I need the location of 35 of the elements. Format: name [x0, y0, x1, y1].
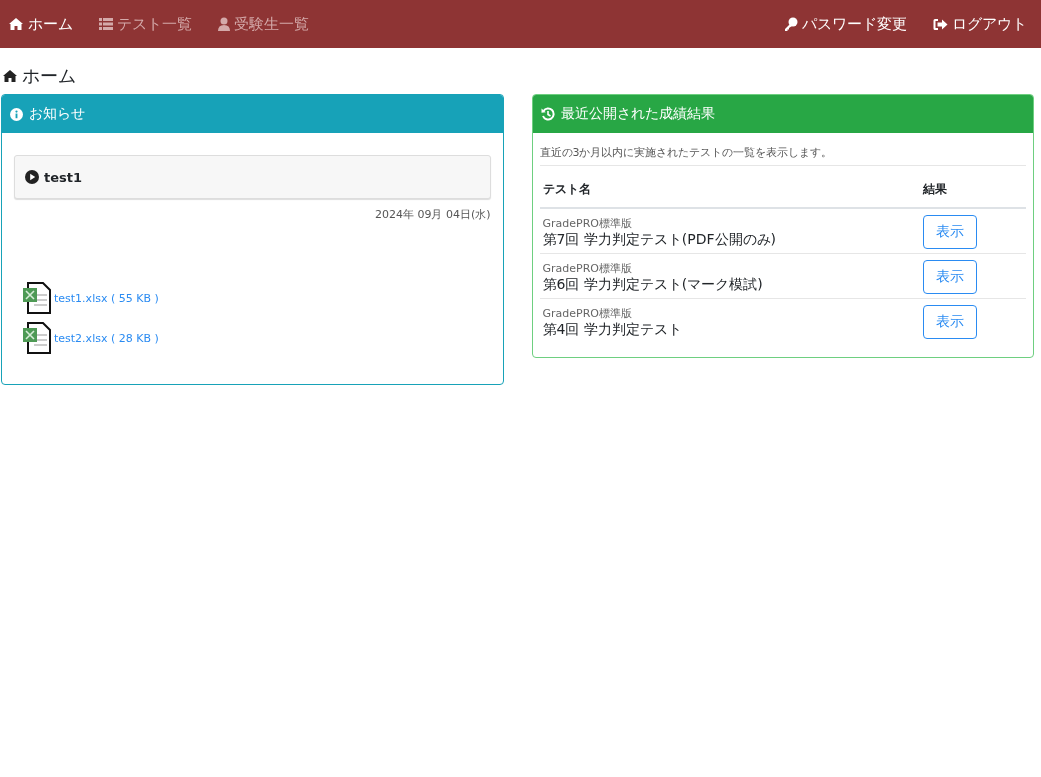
edition-label: GradePRO標準版	[542, 305, 633, 321]
nav-link[interactable]: ホーム	[8, 6, 79, 42]
edition-label: GradePRO標準版	[542, 215, 633, 231]
show-button[interactable]: 表示	[923, 305, 977, 339]
attachment-link[interactable]: test2.xlsx ( 28 KB )	[54, 331, 159, 345]
card-title: 最近公開された成績結果	[560, 105, 715, 123]
column-header: 結果	[920, 172, 1026, 208]
card-title: お知らせ	[29, 105, 85, 123]
spreadsheet-file-icon	[22, 282, 52, 314]
test-name: 第4回 学力判定テスト	[542, 320, 683, 339]
attachment-link[interactable]: test1.xlsx ( 55 KB )	[54, 291, 159, 305]
info-icon	[10, 107, 23, 121]
notice-date: 2024年 09月 04日(水)	[373, 207, 491, 222]
edition-label: GradePRO標準版	[542, 260, 633, 276]
page-title: ホーム	[22, 64, 76, 88]
list-icon	[99, 18, 113, 30]
nav-link[interactable]: 受験生一覧	[218, 6, 315, 42]
user-icon	[218, 17, 230, 31]
test-name: 第6回 学力判定テスト(マーク模試)	[542, 275, 764, 294]
show-button[interactable]: 表示	[923, 260, 977, 294]
history-icon	[540, 107, 555, 121]
description-text: 直近の3か月以内に実施されたテストの一覧を表示します。	[539, 145, 1026, 166]
column-header: テスト名	[539, 172, 920, 208]
test-name: 第7回 学力判定テスト(PDF公開のみ)	[542, 230, 778, 249]
spreadsheet-file-icon	[22, 322, 52, 354]
key-icon	[784, 17, 798, 31]
nav-link[interactable]: ログアウト	[933, 6, 1033, 42]
nav-link[interactable]: パスワード変更	[784, 6, 913, 42]
nav-link[interactable]: テスト一覧	[99, 6, 198, 42]
notice-title: test1	[44, 169, 83, 185]
show-button[interactable]: 表示	[923, 215, 977, 249]
home-icon	[2, 69, 18, 83]
home-icon	[8, 17, 24, 31]
logout-icon	[933, 17, 948, 31]
play-icon	[25, 170, 39, 184]
